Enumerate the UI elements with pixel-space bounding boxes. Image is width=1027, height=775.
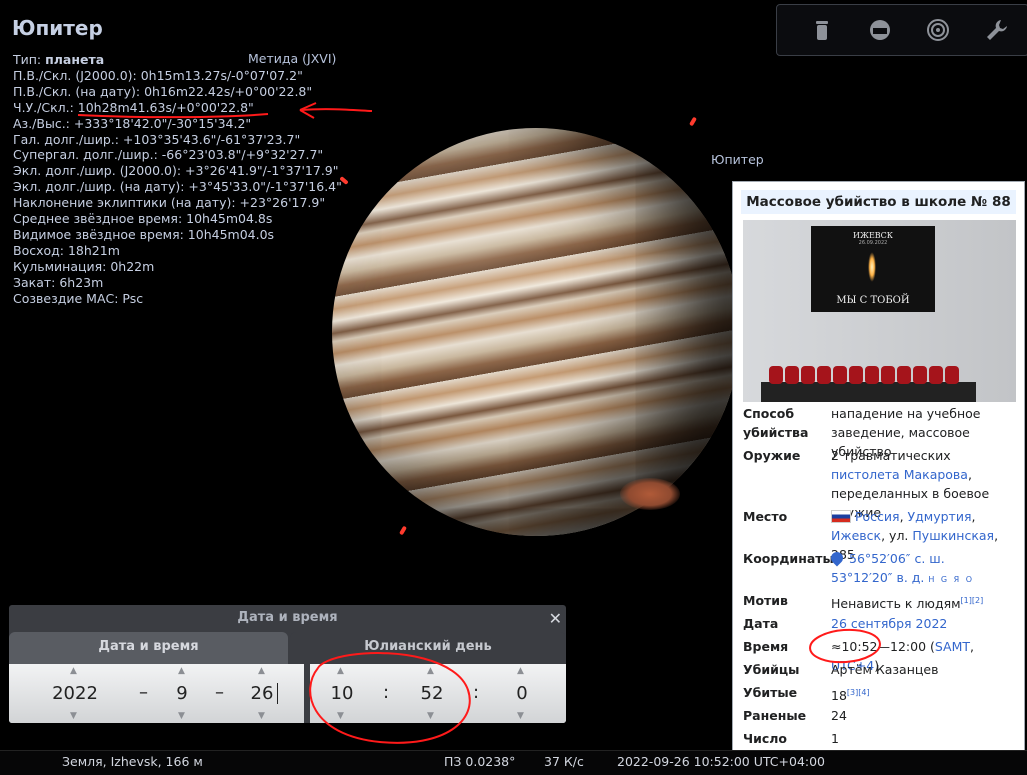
status-datetime[interactable]: 2022-09-26 10:52:00 UTC+04:00 (617, 754, 825, 769)
status-location[interactable]: Земля, Izhevsk, 166 м (62, 754, 203, 769)
status-fps: 37 К/с (544, 754, 584, 769)
status-fov: ПЗ 0.0238° (444, 754, 516, 769)
status-bar: Земля, Izhevsk, 166 м ПЗ 0.0238° 37 К/с … (0, 750, 1027, 775)
annotation-circle-time (309, 652, 471, 744)
